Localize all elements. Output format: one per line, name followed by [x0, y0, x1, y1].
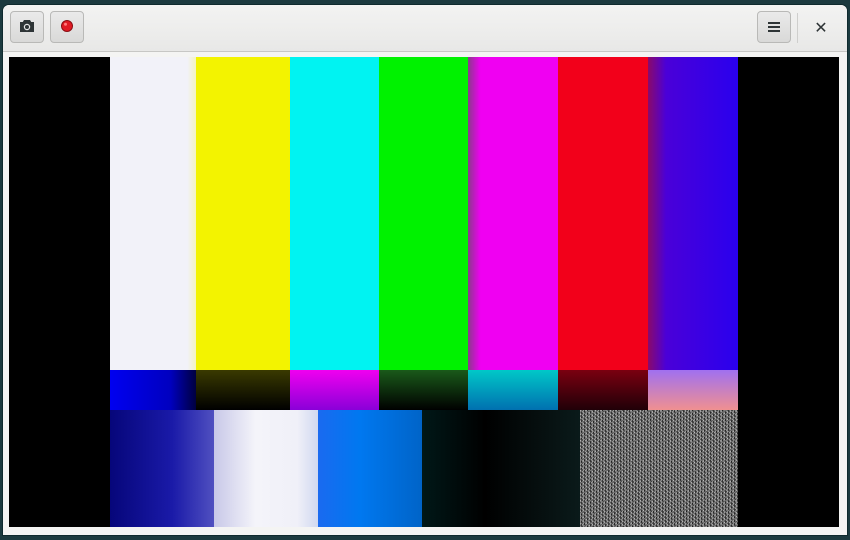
bar-yellow [196, 57, 290, 370]
header-separator [797, 13, 798, 43]
record-icon [60, 18, 74, 37]
menu-button[interactable] [757, 11, 791, 43]
strip-blue [110, 370, 196, 410]
bar-green [379, 57, 468, 370]
strip-cyan [468, 370, 558, 410]
bar-blue [648, 57, 738, 370]
block-purple [318, 410, 422, 527]
strip-white [648, 370, 738, 410]
camera-preview [9, 57, 839, 527]
strip-black-1 [196, 370, 290, 410]
color-bars-test-pattern [110, 57, 738, 527]
close-icon: ✕ [814, 17, 828, 37]
take-photo-button[interactable] [10, 11, 44, 43]
strip-black-3 [558, 370, 648, 410]
camera-icon [19, 18, 35, 37]
block-black [422, 410, 580, 527]
strip-black-2 [379, 370, 468, 410]
hamburger-menu-icon [767, 18, 781, 37]
bar-white [110, 57, 196, 370]
record-video-button[interactable] [50, 11, 84, 43]
block-navy [110, 410, 214, 527]
block-noise [580, 410, 738, 527]
camera-window: ✕ [3, 5, 847, 535]
block-white [214, 410, 318, 527]
bar-magenta [468, 57, 558, 370]
bar-cyan [290, 57, 379, 370]
header-bar: ✕ [3, 5, 847, 52]
bar-red [558, 57, 648, 370]
close-button[interactable]: ✕ [803, 11, 839, 43]
strip-magenta [290, 370, 379, 410]
